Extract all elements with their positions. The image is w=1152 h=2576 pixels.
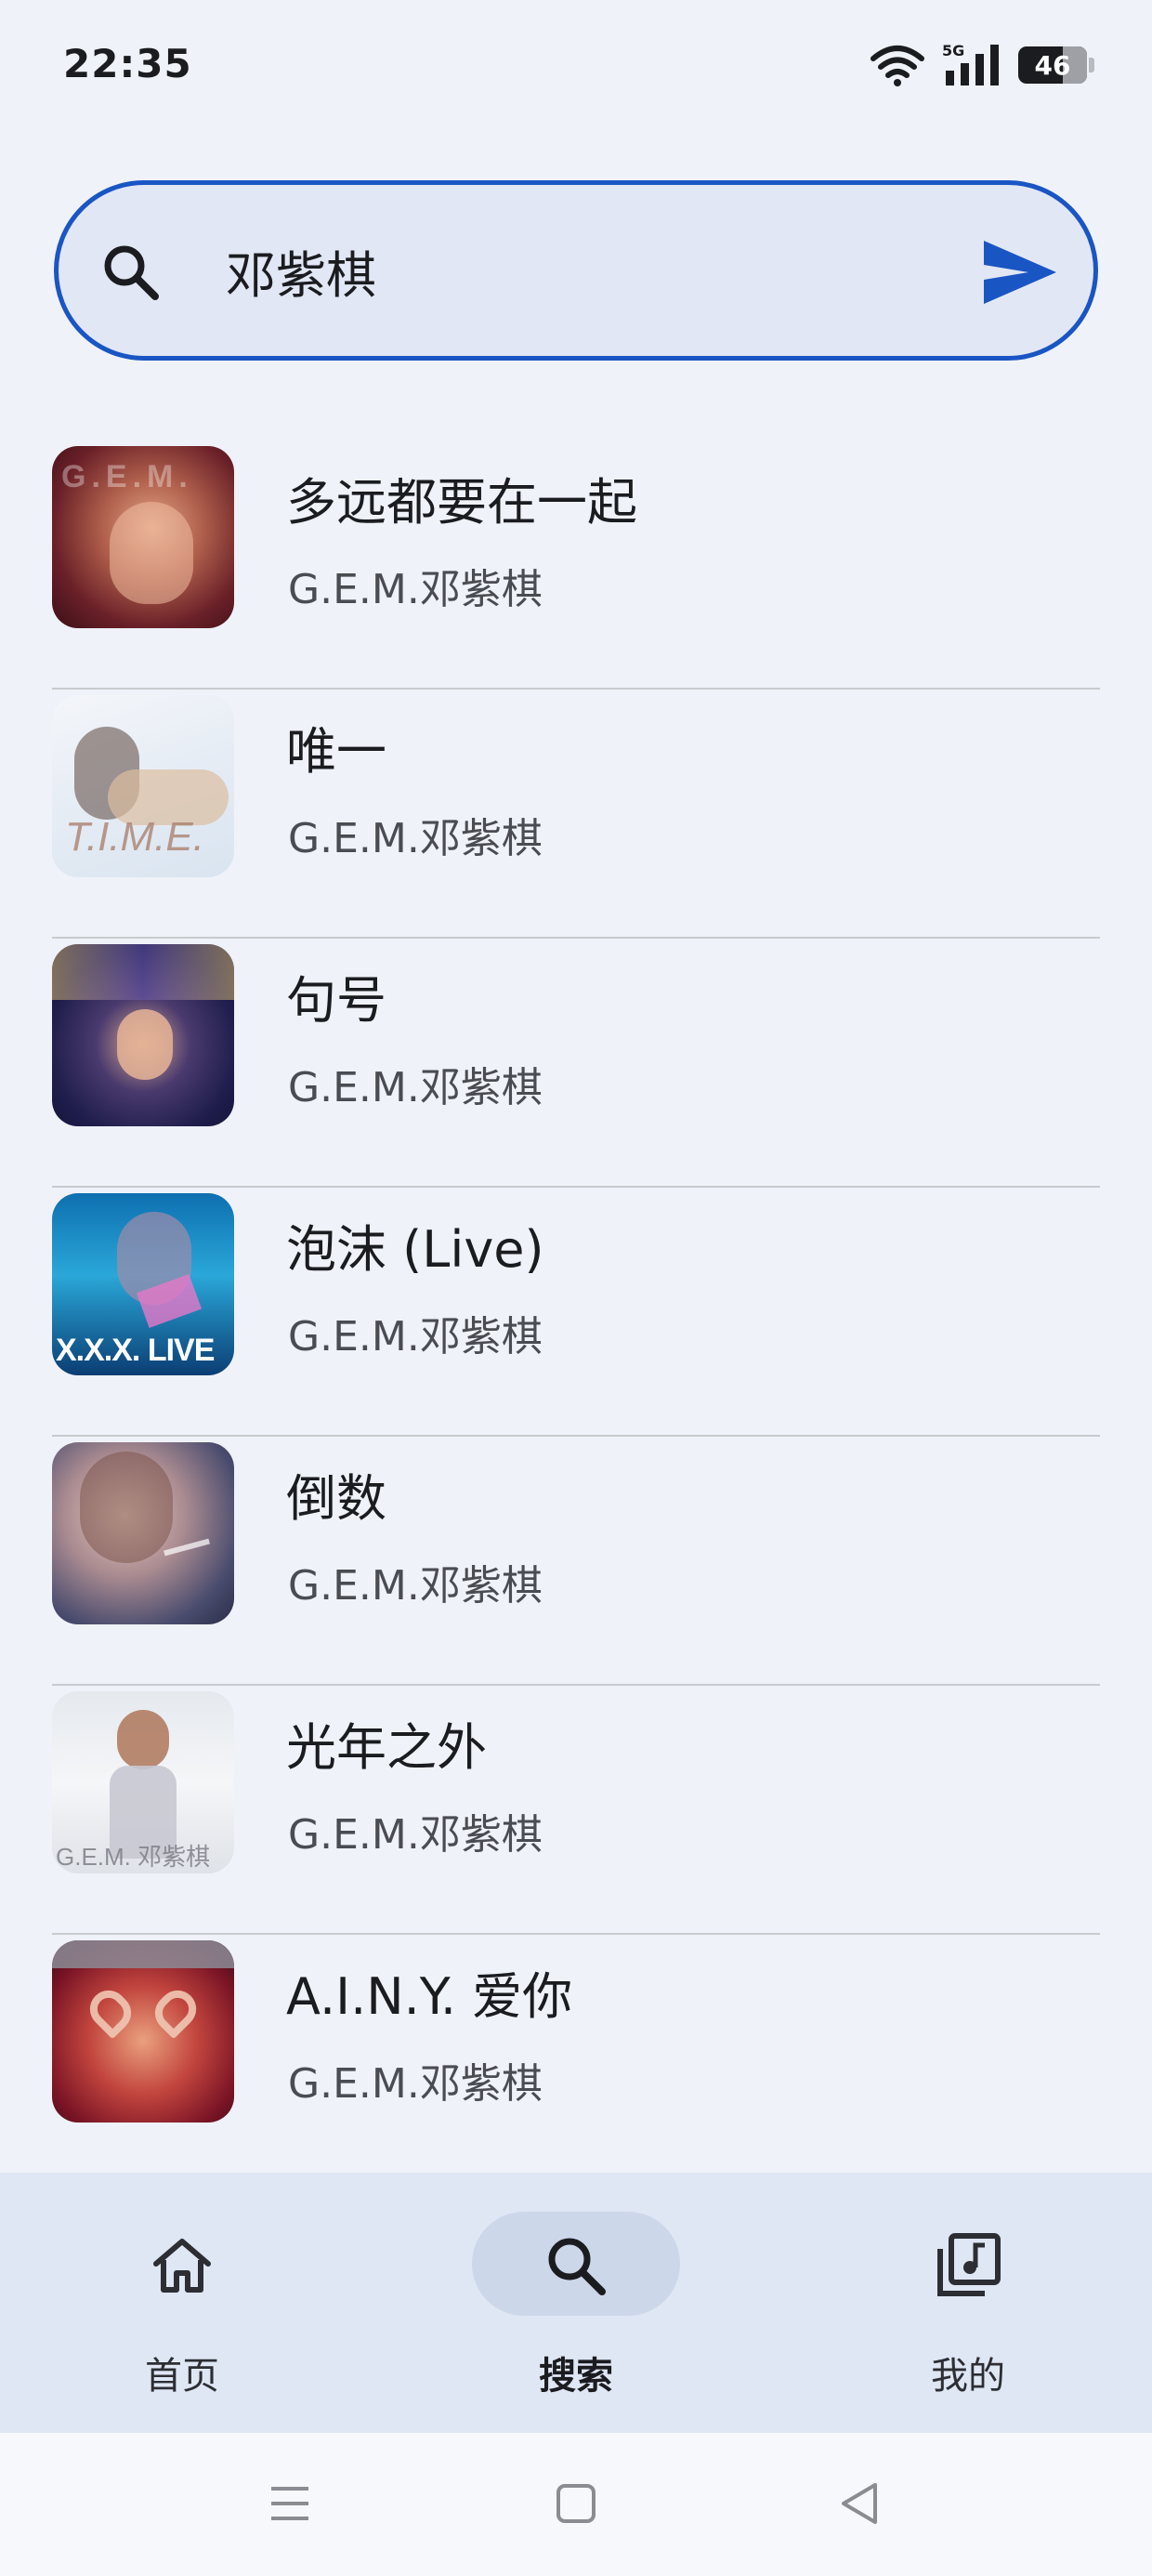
song-row[interactable]: A.I.N.Y. 爱你 G.E.M.邓紫棋 bbox=[52, 1935, 1100, 2184]
nav-label: 首页 bbox=[145, 2355, 219, 2398]
cellular-signal-icon: 5G bbox=[942, 43, 999, 85]
search-icon bbox=[548, 2238, 606, 2295]
home-square-icon[interactable] bbox=[548, 2476, 604, 2531]
nav-item-home[interactable]: 首页 bbox=[52, 2173, 312, 2433]
song-artist: G.E.M.邓紫棋 bbox=[288, 1562, 543, 1610]
album-cover bbox=[52, 1940, 234, 2123]
song-title: 多远都要在一起 bbox=[286, 473, 637, 532]
song-artist: G.E.M.邓紫棋 bbox=[288, 815, 543, 862]
album-cover bbox=[52, 1442, 234, 1624]
search-bar[interactable] bbox=[54, 180, 1098, 361]
bottom-navigation: 首页 搜索 我的 bbox=[0, 2173, 1152, 2433]
nav-label: 搜索 bbox=[539, 2355, 613, 2398]
song-row[interactable]: T.I.M.E. 唯一 G.E.M.邓紫棋 bbox=[52, 690, 1100, 939]
status-bar: 22:35 5G 46 bbox=[0, 0, 1152, 130]
album-cover: G.E.M. 邓紫棋 bbox=[52, 1691, 234, 1873]
search-input[interactable] bbox=[226, 233, 969, 308]
status-time: 22:35 bbox=[63, 41, 192, 86]
album-cover bbox=[52, 944, 234, 1126]
album-cover-text: G.E.M. 邓紫棋 bbox=[56, 1843, 211, 1871]
song-row[interactable]: X.X.X. LIVE 泡沫 (Live) G.E.M.邓紫棋 bbox=[52, 1188, 1100, 1437]
song-artist: G.E.M.邓紫棋 bbox=[288, 1064, 543, 1111]
song-row[interactable]: 倒数 G.E.M.邓紫棋 bbox=[52, 1437, 1100, 1686]
song-title: A.I.N.Y. 爱你 bbox=[286, 1967, 573, 2026]
search-results-list: G.E.M. 多远都要在一起 G.E.M.邓紫棋 T.I.M.E. 唯一 G.E… bbox=[52, 440, 1100, 2184]
battery-icon: 46 bbox=[1018, 46, 1094, 84]
album-cover: G.E.M. bbox=[52, 446, 234, 628]
album-cover-text: G.E.M. bbox=[61, 459, 193, 494]
nav-item-search[interactable]: 搜索 bbox=[446, 2173, 706, 2433]
album-cover: T.I.M.E. bbox=[52, 695, 234, 877]
song-artist: G.E.M.邓紫棋 bbox=[288, 1811, 543, 1859]
app-screen: 22:35 5G 46 邓紫棋 G.E.M. 多远都要在一起 G.E.M.邓紫棋… bbox=[0, 0, 1152, 2576]
search-icon bbox=[104, 245, 159, 300]
nav-label: 我的 bbox=[931, 2355, 1005, 2398]
song-title: 倒数 bbox=[286, 1469, 386, 1528]
nav-item-library[interactable]: 我的 bbox=[838, 2173, 1098, 2433]
song-title: 泡沫 (Live) bbox=[286, 1220, 544, 1279]
song-title: 唯一 bbox=[286, 722, 386, 781]
send-icon[interactable] bbox=[980, 235, 1060, 309]
system-navigation-bar bbox=[0, 2433, 1152, 2576]
network-type-label: 5G bbox=[942, 43, 964, 59]
album-cover-text: X.X.X. LIVE bbox=[56, 1333, 215, 1368]
song-artist: G.E.M.邓紫棋 bbox=[288, 566, 543, 613]
wifi-icon bbox=[871, 46, 924, 86]
song-row[interactable]: G.E.M. 多远都要在一起 G.E.M.邓紫棋 bbox=[52, 440, 1100, 690]
song-row[interactable]: G.E.M. 邓紫棋 光年之外 G.E.M.邓紫棋 bbox=[52, 1686, 1100, 1935]
album-cover: X.X.X. LIVE bbox=[52, 1193, 234, 1375]
song-artist: G.E.M.邓紫棋 bbox=[288, 1313, 543, 1360]
song-row[interactable]: 句号 G.E.M.邓紫棋 bbox=[52, 939, 1100, 1188]
album-cover-text: T.I.M.E. bbox=[65, 814, 204, 860]
back-icon[interactable] bbox=[832, 2476, 888, 2531]
song-title: 光年之外 bbox=[286, 1718, 487, 1777]
library-music-icon bbox=[937, 2233, 1001, 2296]
battery-level: 46 bbox=[1034, 49, 1071, 81]
menu-icon[interactable] bbox=[262, 2476, 318, 2531]
status-icons: 5G 46 bbox=[870, 43, 1094, 87]
home-icon bbox=[153, 2239, 211, 2293]
song-artist: G.E.M.邓紫棋 bbox=[288, 2060, 543, 2108]
song-title: 句号 bbox=[286, 971, 386, 1030]
